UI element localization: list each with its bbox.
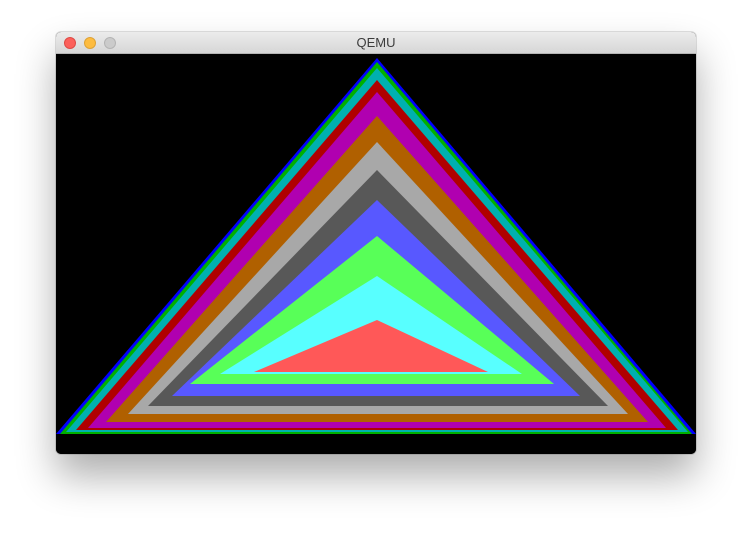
qemu-window: QEMU bbox=[56, 32, 696, 454]
emulator-screen[interactable] bbox=[56, 54, 696, 454]
title-bar[interactable]: QEMU bbox=[56, 32, 696, 54]
nested-triangles-graphic bbox=[56, 58, 696, 434]
window-title: QEMU bbox=[356, 35, 396, 50]
